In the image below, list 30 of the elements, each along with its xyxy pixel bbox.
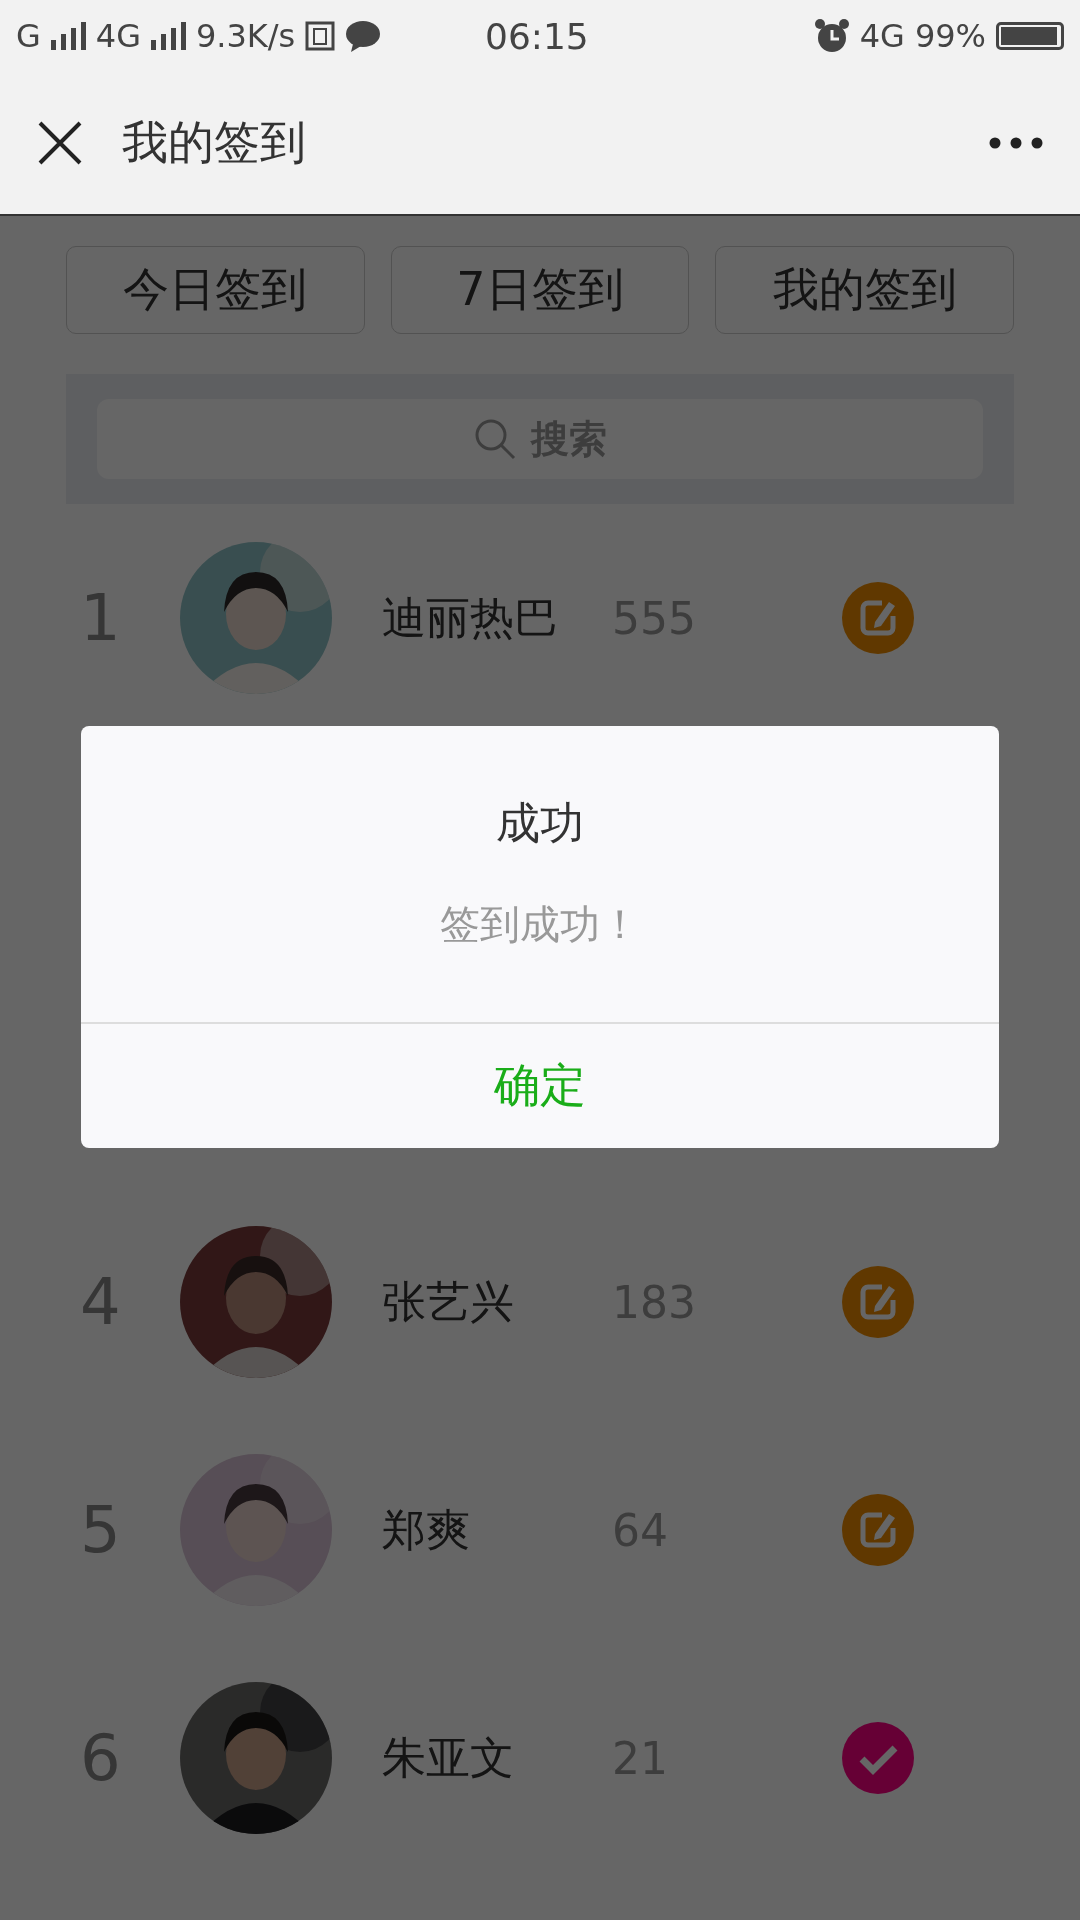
page-title: 我的签到 (122, 114, 306, 171)
battery-icon (996, 22, 1064, 50)
status-text: 4G (95, 17, 141, 55)
user-name: 朱亚文 (382, 1730, 515, 1785)
close-icon[interactable] (36, 119, 84, 167)
check-icon[interactable] (842, 1722, 914, 1794)
chat-icon (345, 20, 382, 52)
tab[interactable]: 我的签到 (715, 246, 1014, 334)
signal-icon (150, 22, 186, 50)
search-icon (473, 417, 517, 461)
dialog-title: 成功 (495, 796, 585, 850)
status-text: G (16, 17, 41, 55)
user-name: 郑爽 (382, 1502, 471, 1557)
clock: 06:15 (485, 16, 589, 57)
dialog-message: 签到成功！ (439, 900, 641, 949)
sim-icon (305, 21, 336, 51)
battery-level: 99% (914, 17, 986, 55)
tab[interactable]: 今日签到 (66, 246, 365, 334)
status-text: 9.3K/s (195, 17, 296, 55)
confirm-button[interactable]: 确定 (81, 1022, 999, 1148)
tab[interactable]: 7日签到 (390, 246, 690, 334)
user-name: 张艺兴 (382, 1274, 515, 1329)
more-icon[interactable] (988, 136, 1044, 150)
edit-icon[interactable] (842, 582, 914, 654)
user-name: 迪丽热巴 (382, 590, 559, 645)
network-label: 4G (859, 17, 905, 55)
signal-icon (50, 22, 86, 50)
edit-icon[interactable] (842, 1266, 914, 1338)
edit-icon[interactable] (842, 1494, 914, 1566)
alarm-icon (813, 18, 850, 54)
